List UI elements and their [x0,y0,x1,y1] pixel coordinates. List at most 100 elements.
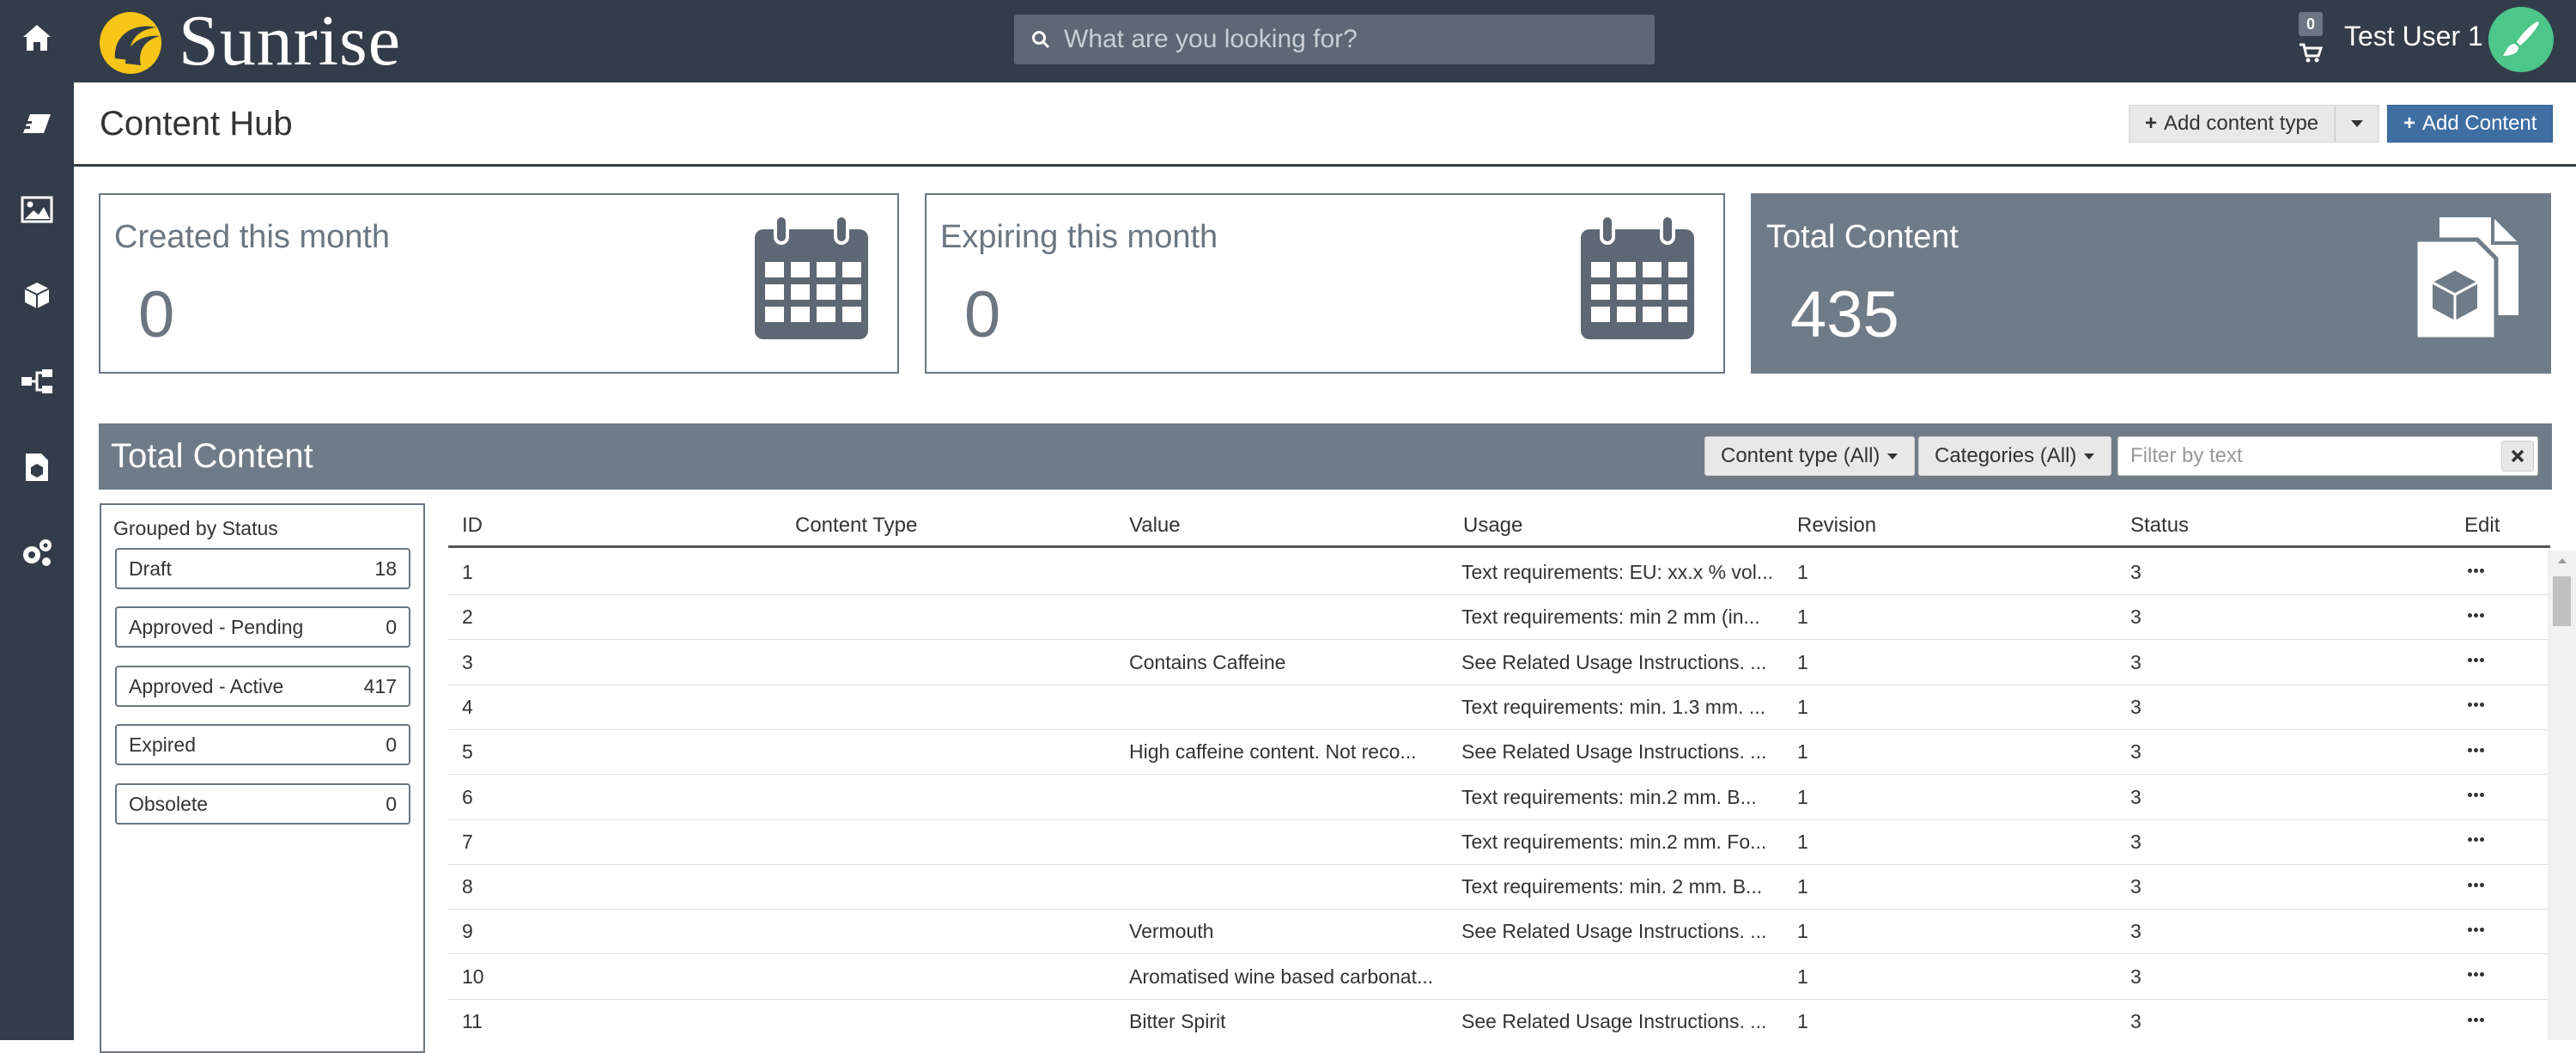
add-content-type-dropdown[interactable] [2335,105,2380,143]
table-row[interactable]: 9 Vermouth See Related Usage Instructions.… [448,910,2550,955]
cell-value: Aromatised wine based carbonat... [1129,965,1434,988]
cell-status: 3 [2130,606,2142,629]
status-group-draft[interactable]: Draft 18 [115,548,410,589]
status-group-approved-active[interactable]: Approved - Active 417 [115,666,410,707]
search-input[interactable] [1064,25,1613,54]
cell-status: 3 [2130,740,2142,764]
ellipsis-icon [2467,568,2485,573]
avatar[interactable] [2488,7,2554,72]
cell-usage: See Related Usage Instructions. ... [1461,650,1767,673]
cell-id: 8 [462,875,473,898]
edit-menu-button[interactable] [2463,557,2488,583]
table-row[interactable]: 5 High caffeine content. Not reco... See R… [448,730,2550,776]
top-navbar: Sunrise 0 Test User 1 [74,0,2576,82]
cart-icon [2300,43,2323,63]
edit-menu-button[interactable] [2463,916,2488,942]
status-group-count: 0 [386,792,397,815]
table-row[interactable]: 8 Text requirements: min. 2 mm. B... 1 3 [448,865,2550,910]
table-row[interactable]: 11 Bitter Spirit See Related Usage Instruc… [448,1000,2550,1040]
total-content-section-header: Total Content Content type (All) Categor… [99,423,2552,490]
cell-usage: See Related Usage Instructions. ... [1461,740,1767,764]
card-value: 0 [964,278,1001,351]
cell-id: 7 [462,830,473,853]
table-row[interactable]: 6 Text requirements: min.2 mm. B... 1 3 [448,776,2550,820]
eraser-icon[interactable] [18,105,56,143]
column-header-usage[interactable]: Usage [1463,514,1522,538]
column-header-value[interactable]: Value [1129,514,1181,538]
ellipsis-icon [2467,837,2485,843]
column-header-status[interactable]: Status [2130,514,2189,538]
user-name[interactable]: Test User 1 [2344,21,2483,52]
content-table: ID Content Type Value Usage Revision Sta… [448,503,2550,1040]
ellipsis-icon [2467,972,2485,977]
cart-button[interactable]: 0 [2293,12,2328,69]
search-icon [1032,31,1050,49]
table-row[interactable]: 2 Text requirements: min 2 mm (in... 1 3 [448,595,2550,641]
cubes-icon[interactable] [18,277,56,314]
group-panel-title: Grouped by Status [113,517,278,539]
status-group-expired[interactable]: Expired 0 [115,724,410,765]
table-row[interactable]: 10 Aromatised wine based carbonat... 1 3 [448,955,2550,1000]
caret-down-icon [1887,453,1899,460]
brand-logo[interactable]: Sunrise [96,3,401,79]
section-title: Total Content [111,437,313,475]
scroll-up-arrow[interactable] [2548,551,2576,571]
edit-menu-button[interactable] [2463,1007,2488,1032]
edit-menu-button[interactable] [2463,827,2488,853]
categories-filter-dropdown[interactable]: Categories (All) [1918,436,2112,476]
edit-menu-button[interactable] [2463,602,2488,628]
cell-id: 11 [462,1010,483,1032]
table-header: ID Content Type Value Usage Revision Sta… [448,503,2550,548]
gears-icon[interactable] [18,534,56,572]
filter-text-input[interactable] [2130,444,2482,468]
edit-menu-button[interactable] [2463,692,2488,718]
status-group-label: Approved - Active [129,674,284,697]
cell-revision: 1 [1797,561,1808,583]
add-content-button[interactable]: + Add Content [2387,105,2554,143]
table-row[interactable]: 1 Text requirements: EU: xx.x % vol... 1 3 [448,551,2550,595]
column-header-revision[interactable]: Revision [1797,514,1876,538]
cell-usage: Text requirements: min. 2 mm. B... [1461,875,1763,898]
ellipsis-icon [2467,612,2485,618]
file-icon[interactable] [18,448,56,486]
edit-menu-button[interactable] [2463,737,2488,763]
table-row[interactable]: 4 Text requirements: min. 1.3 mm. ... 1 3 [448,685,2550,730]
cell-revision: 1 [1797,1010,1808,1032]
cell-id: 4 [462,695,473,718]
table-row[interactable]: 3 Contains Caffeine See Related Usage Inst… [448,641,2550,685]
edit-menu-button[interactable] [2463,648,2488,673]
cell-usage: Text requirements: min. 1.3 mm. ... [1461,695,1766,718]
edit-menu-button[interactable] [2463,782,2488,808]
column-header-content-type[interactable]: Content Type [795,514,917,538]
status-group-approved-pending[interactable]: Approved - Pending 0 [115,606,410,648]
clear-filter-button[interactable] [2501,441,2534,472]
table-scrollbar[interactable] [2548,551,2576,1040]
sitemap-icon[interactable] [18,362,56,400]
status-group-label: Approved - Pending [129,615,304,638]
content-type-filter-dropdown[interactable]: Content type (All) [1704,436,1916,476]
card-title: Created this month [114,219,391,255]
home-icon[interactable] [18,19,56,57]
calendar-icon [751,214,872,347]
ellipsis-icon [2467,793,2485,797]
sun-logo-icon [96,7,165,76]
add-content-type-button[interactable]: + Add content type [2129,105,2336,143]
cell-usage: Text requirements: min 2 mm (in... [1461,606,1760,629]
edit-menu-button[interactable] [2463,962,2488,988]
created-this-month-card: Created this month 0 [99,193,899,374]
card-value: 435 [1790,278,1899,351]
ellipsis-icon [2467,703,2485,708]
cell-status: 3 [2130,650,2142,673]
caret-down-icon [2084,453,2095,460]
edit-menu-button[interactable] [2463,872,2488,898]
card-title: Expiring this month [940,219,1218,255]
scroll-thumb[interactable] [2553,576,2571,626]
caret-up-icon [2557,558,2567,563]
cell-usage: See Related Usage Instructions. ... [1461,1010,1767,1032]
column-header-id[interactable]: ID [462,514,483,538]
card-title: Total Content [1766,219,1959,255]
table-row[interactable]: 7 Text requirements: min.2 mm. Fo... 1 3 [448,820,2550,865]
image-icon[interactable] [18,191,56,228]
status-group-obsolete[interactable]: Obsolete 0 [115,783,410,825]
plus-icon: + [2145,112,2158,135]
